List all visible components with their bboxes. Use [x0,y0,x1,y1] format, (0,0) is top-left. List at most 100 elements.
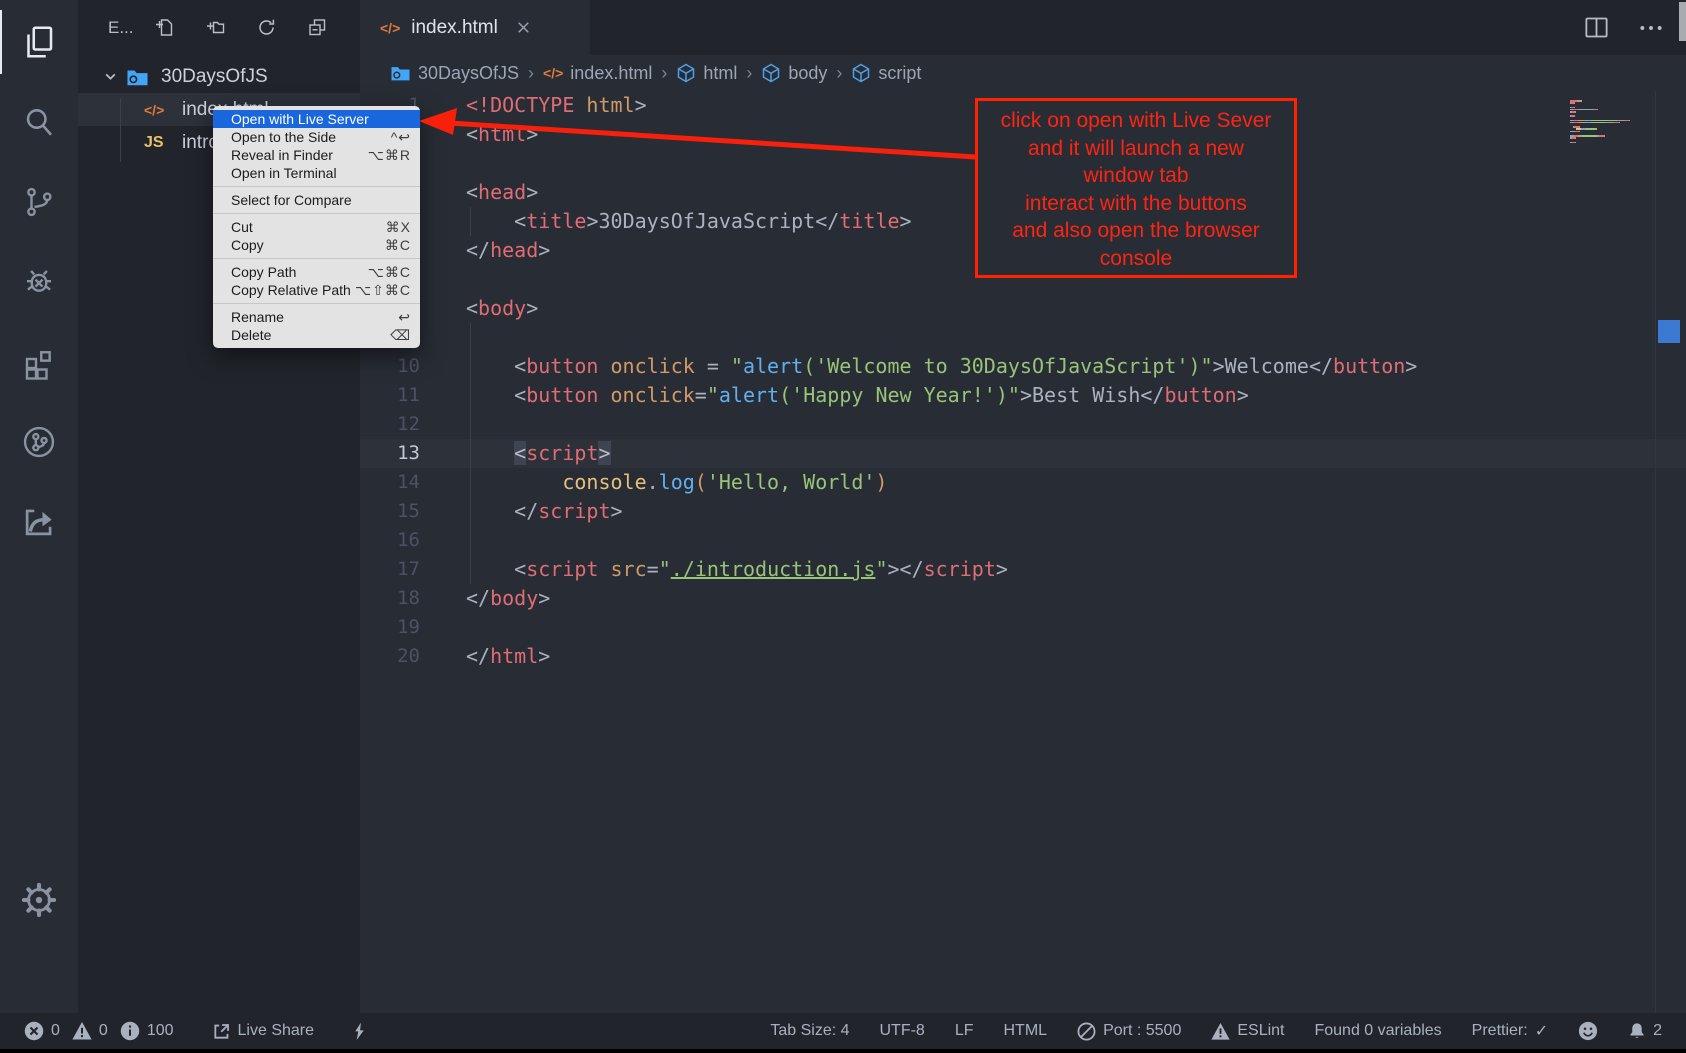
code-line-18[interactable]: 18</body> [360,584,1686,613]
breadcrumb-body[interactable]: body [761,63,827,84]
folder-row-30DaysOfJS[interactable]: 30DaysOfJS [78,60,360,93]
bell-icon [1628,1021,1646,1041]
annotation-text-line: click on open with Live Sever [978,107,1294,135]
explorer-icon[interactable] [0,10,78,74]
code-line-content: <html> [420,120,538,149]
search-icon[interactable] [0,90,78,154]
code-line-content: <script> [420,439,611,468]
problems-warnings[interactable]: 0 [72,1021,108,1041]
line-number: 11 [360,381,420,410]
code-line-16[interactable]: 16 [360,526,1686,555]
tab-index-html[interactable]: </> index.html [360,0,590,55]
line-number: 15 [360,497,420,526]
collapse-folders-icon[interactable] [307,17,328,38]
annotation-box: click on open with Live Severand it will… [975,98,1297,278]
split-editor-icon[interactable] [1583,14,1610,41]
minimap[interactable] [1570,100,1656,144]
menu-separator [213,186,420,187]
scrollbar-thumb[interactable] [1679,2,1686,41]
menu-separator [213,213,420,214]
close-icon[interactable] [515,19,532,36]
code-line-content: <script src="./introduction.js"></script… [420,555,1008,584]
menu-item-open-in-terminal[interactable]: Open in Terminal [213,164,420,182]
more-actions-icon[interactable] [1638,15,1664,41]
port-status[interactable]: Port : 5500 [1077,1022,1181,1041]
annotation-text-line: interact with the buttons [978,190,1294,218]
menu-item-copy-path[interactable]: Copy Path⌥⌘C [213,263,420,281]
vscode-window: E... [0,0,1686,1053]
lightning-icon[interactable] [352,1021,367,1042]
code-line-17[interactable]: 17 <script src="./introduction.js"></scr… [360,555,1686,584]
menu-item-rename[interactable]: Rename↩ [213,308,420,326]
feedback-smiley-icon[interactable] [1578,1021,1598,1041]
live-share-status[interactable]: Live Share [212,1022,315,1041]
menu-item-label: Copy [231,237,264,253]
menu-item-copy[interactable]: Copy⌘C [213,236,420,254]
code-line-11[interactable]: 11 <button onclick="alert('Happy New Yea… [360,381,1686,410]
menu-item-copy-relative-path[interactable]: Copy Relative Path⌥⇧⌘C [213,281,420,299]
problems-errors[interactable]: 0 [24,1021,60,1041]
code-line-content [420,323,466,352]
overview-ruler-marker [1658,320,1680,343]
live-share-icon[interactable] [0,490,78,554]
warning-icon [72,1021,92,1041]
menu-item-label: Copy Path [231,264,296,280]
menu-item-delete[interactable]: Delete⌫ [213,326,420,344]
menu-item-reveal-in-finder[interactable]: Reveal in Finder⌥⌘R [213,146,420,164]
share-icon [212,1022,231,1041]
gitlens-icon[interactable] [0,410,78,474]
notifications-bell[interactable]: 2 [1628,1021,1662,1041]
language-status[interactable]: HTML [1004,1022,1048,1040]
code-line-12[interactable]: 12 [360,410,1686,439]
prettier-status[interactable]: Prettier: ✓ [1472,1021,1548,1041]
tab-size-status[interactable]: Tab Size: 4 [770,1022,849,1040]
code-line-content: <head> [420,178,538,207]
new-folder-icon[interactable] [205,17,226,38]
menu-item-open-to-the-side[interactable]: Open to the Side^↩ [213,128,420,146]
code-line-8[interactable]: 8<body> [360,294,1686,323]
code-line-9[interactable]: 9 [360,323,1686,352]
menu-item-select-for-compare[interactable]: Select for Compare [213,191,420,209]
chevron-right-icon: › [528,63,534,84]
overview-ruler [1655,91,1656,1013]
extensions-icon[interactable] [0,330,78,394]
code-line-content: </script> [420,497,623,526]
annotation-text-line: and also open the browser [978,217,1294,245]
breadcrumb-folder[interactable]: 30DaysOfJS [390,63,519,84]
run-debug-icon[interactable] [0,250,78,314]
breadcrumb-file[interactable]: </> index.html [543,63,652,84]
code-line-content: console.log('Hello, World') [420,468,887,497]
code-line-content [420,613,466,642]
source-control-icon[interactable] [0,170,78,234]
eslint-status[interactable]: ESLint [1211,1022,1284,1041]
menu-item-shortcut: ⌫ [390,327,411,344]
problems-infos[interactable]: 100 [120,1021,174,1041]
refresh-icon[interactable] [256,17,277,38]
menu-item-cut[interactable]: Cut⌘X [213,218,420,236]
encoding-status[interactable]: UTF-8 [880,1022,925,1040]
code-line-15[interactable]: 15 </script> [360,497,1686,526]
eol-status[interactable]: LF [955,1022,974,1040]
js-file-icon: JS [144,134,170,152]
html-file-icon: </> [144,102,170,118]
menu-item-label: Rename [231,309,284,325]
code-line-content: <!DOCTYPE html> [420,91,647,120]
breadcrumb: 30DaysOfJS › </> index.html › html › bod… [360,55,1686,91]
breadcrumb-script[interactable]: script [851,63,921,84]
root-folder-label: 30DaysOfJS [161,66,268,88]
code-line-19[interactable]: 19 [360,613,1686,642]
code-line-20[interactable]: 20</html> [360,642,1686,671]
settings-gear-icon[interactable] [0,868,78,932]
code-line-14[interactable]: 14 console.log('Hello, World') [360,468,1686,497]
code-line-10[interactable]: 10 <button onclick = "alert('Welcome to … [360,352,1686,381]
code-line-content: </body> [420,584,550,613]
activity-bar [0,0,78,1013]
menu-item-open-with-live-server[interactable]: Open with Live Server [213,110,420,128]
tree-indent-guide [120,98,121,162]
new-file-icon[interactable] [154,17,175,38]
warning-icon [1211,1022,1230,1041]
menu-item-label: Reveal in Finder [231,147,333,163]
variables-status[interactable]: Found 0 variables [1314,1022,1441,1040]
code-line-13[interactable]: 13 <script> [360,439,1686,468]
breadcrumb-html[interactable]: html [676,63,737,84]
